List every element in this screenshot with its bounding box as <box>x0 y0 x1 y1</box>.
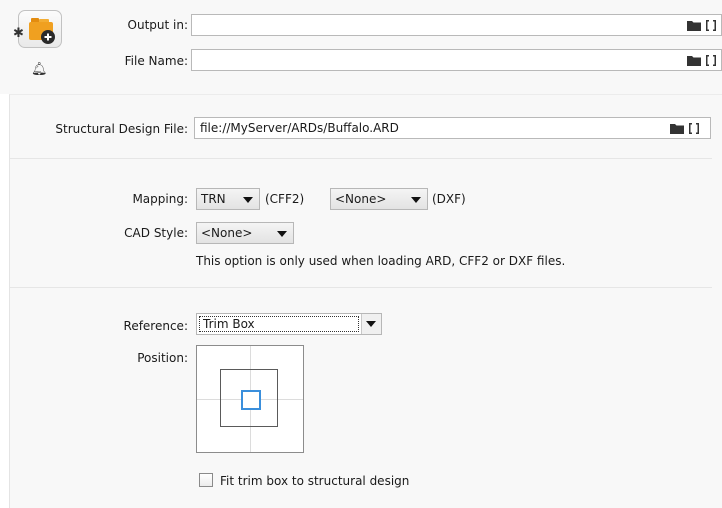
bracket-icon[interactable] <box>689 123 699 134</box>
fit-trim-box-label: Fit trim box to structural design <box>220 474 410 488</box>
asterisk-icon: ✱ <box>13 26 24 41</box>
folder-icon[interactable] <box>670 123 684 134</box>
structural-design-panel <box>9 94 722 508</box>
folder-camera-icon <box>29 18 55 44</box>
structural-design-file-value: file://MyServer/ARDs/Buffalo.ARD <box>200 121 399 135</box>
mapping-label: Mapping: <box>132 192 188 206</box>
divider <box>10 158 712 159</box>
output-in-field[interactable] <box>191 14 722 36</box>
bell-icon[interactable]: 🔔︎ <box>31 63 48 77</box>
position-label: Position: <box>137 351 188 365</box>
dropdown-arrow-icon <box>366 321 376 327</box>
folder-icon[interactable] <box>687 20 701 31</box>
output-header: ✱ 🔔︎ Output in: File Name: <box>0 0 722 94</box>
file-name-field[interactable] <box>191 49 722 71</box>
cad-style-value: <None> <box>201 226 253 240</box>
dropdown-arrow-icon <box>277 231 287 237</box>
divider <box>10 287 712 288</box>
bracket-icon[interactable] <box>706 20 716 31</box>
structural-design-file-field[interactable]: file://MyServer/ARDs/Buffalo.ARD <box>194 117 711 139</box>
app-icon[interactable] <box>18 10 62 48</box>
position-anchor-center[interactable] <box>241 390 261 410</box>
folder-icon[interactable] <box>687 55 701 66</box>
reference-label: Reference: <box>123 319 188 333</box>
mapping-dxf-select[interactable]: <None> <box>330 188 428 210</box>
output-in-label: Output in: <box>127 18 188 32</box>
mapping-cff2-value: TRN <box>201 192 226 206</box>
reference-value: Trim Box <box>199 316 359 332</box>
bracket-icon[interactable] <box>706 55 716 66</box>
dropdown-arrow-icon <box>411 197 421 203</box>
cad-style-hint: This option is only used when loading AR… <box>196 254 566 268</box>
structural-design-file-label: Structural Design File: <box>55 122 188 136</box>
file-name-label: File Name: <box>124 54 188 68</box>
dropdown-arrow-icon <box>243 197 253 203</box>
reference-select[interactable]: Trim Box <box>196 313 382 335</box>
mapping-cff2-suffix: (CFF2) <box>265 192 305 206</box>
cad-style-label: CAD Style: <box>124 226 188 240</box>
position-picker[interactable] <box>196 345 304 453</box>
cad-style-select[interactable]: <None> <box>196 222 294 244</box>
reference-dropdown-button[interactable] <box>361 314 381 334</box>
mapping-dxf-value: <None> <box>335 192 387 206</box>
mapping-dxf-suffix: (DXF) <box>432 192 466 206</box>
fit-trim-box-checkbox[interactable] <box>199 473 213 487</box>
mapping-cff2-select[interactable]: TRN <box>196 188 260 210</box>
